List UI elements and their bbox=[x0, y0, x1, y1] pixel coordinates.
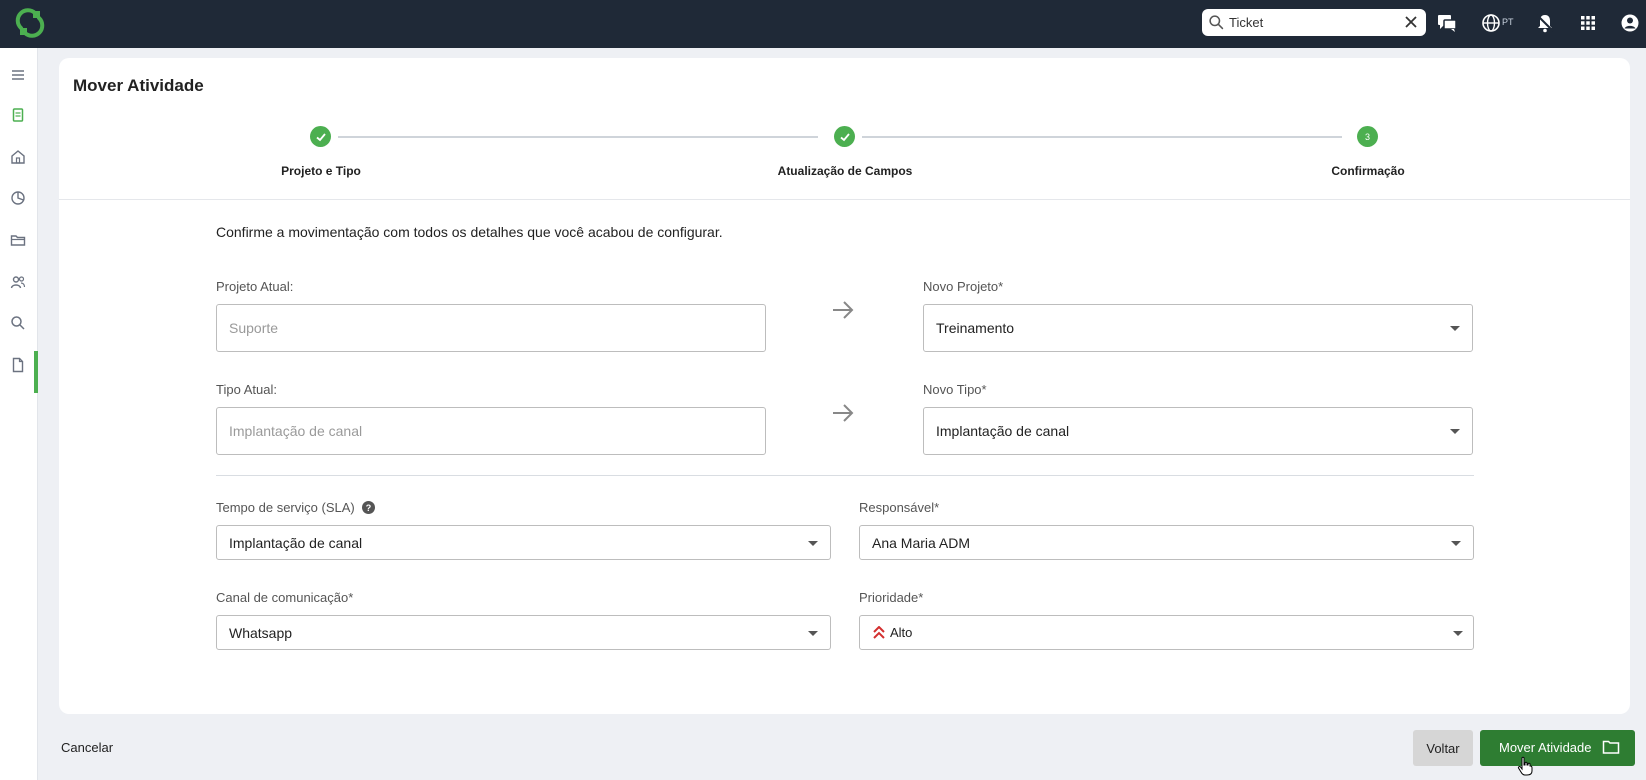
stepper: Mover Atividade 3 Projeto e Tipo Atualiz… bbox=[59, 58, 1630, 200]
new-project-select[interactable]: Treinamento bbox=[923, 304, 1473, 352]
channel-label: Canal de comunicação* bbox=[216, 590, 354, 605]
chevron-down-icon bbox=[1450, 429, 1460, 434]
hand-cursor-icon bbox=[1517, 756, 1533, 776]
step-1-check-icon bbox=[310, 126, 331, 147]
language-label[interactable]: PT bbox=[1502, 17, 1514, 27]
folder-icon bbox=[1602, 740, 1620, 754]
users-icon[interactable] bbox=[9, 273, 27, 291]
cancel-button[interactable]: Cancelar bbox=[61, 740, 113, 755]
sla-select[interactable]: Implantação de canal bbox=[216, 525, 831, 560]
step-connector bbox=[862, 136, 1342, 138]
sidebar-active-indicator bbox=[34, 351, 38, 393]
apps-grid-icon[interactable] bbox=[1577, 12, 1599, 34]
responsible-label: Responsável* bbox=[859, 500, 940, 515]
channel-select[interactable]: Whatsapp bbox=[216, 615, 831, 650]
search-icon[interactable] bbox=[9, 314, 27, 332]
notification-bell-icon[interactable] bbox=[1534, 12, 1556, 34]
app-logo-icon[interactable] bbox=[15, 8, 45, 38]
search-input[interactable] bbox=[1229, 12, 1394, 33]
arrow-right-icon bbox=[833, 404, 854, 422]
arrow-right-icon bbox=[833, 301, 854, 319]
search-box[interactable] bbox=[1202, 9, 1426, 36]
search-icon bbox=[1209, 15, 1224, 30]
step-2-check-icon bbox=[834, 126, 855, 147]
chevron-down-icon bbox=[1453, 631, 1463, 636]
section-divider bbox=[216, 475, 1474, 476]
help-icon[interactable]: ? bbox=[362, 501, 375, 514]
chevron-down-icon bbox=[1451, 541, 1461, 546]
move-activity-button[interactable]: Mover Atividade bbox=[1480, 730, 1635, 766]
new-project-label: Novo Projeto* bbox=[923, 279, 1004, 294]
chevron-down-icon bbox=[1450, 326, 1460, 331]
step-2-label: Atualização de Campos bbox=[777, 164, 913, 178]
current-project-field: Suporte bbox=[216, 304, 766, 352]
sla-label: Tempo de serviço (SLA) bbox=[216, 500, 355, 515]
step-3-number: 3 bbox=[1357, 126, 1378, 147]
ticket-icon[interactable] bbox=[9, 106, 27, 124]
document-icon[interactable] bbox=[9, 356, 27, 374]
step-connector bbox=[338, 136, 818, 138]
new-type-label: Novo Tipo* bbox=[923, 382, 987, 397]
move-activity-card: Mover Atividade 3 Projeto e Tipo Atualiz… bbox=[59, 58, 1630, 714]
current-type-label: Tipo Atual: bbox=[216, 382, 277, 397]
step-1-label: Projeto e Tipo bbox=[281, 164, 361, 178]
move-activity-label: Mover Atividade bbox=[1499, 740, 1592, 755]
chevron-down-icon bbox=[808, 631, 818, 636]
step-3-label: Confirmação bbox=[1331, 164, 1405, 178]
current-type-field: Implantação de canal bbox=[216, 407, 766, 455]
back-button[interactable]: Voltar bbox=[1413, 730, 1473, 766]
chevron-down-icon bbox=[808, 541, 818, 546]
menu-icon[interactable] bbox=[9, 66, 27, 84]
folder-icon[interactable] bbox=[9, 231, 27, 249]
top-bar: PT bbox=[0, 0, 1646, 48]
chat-icon[interactable] bbox=[1436, 12, 1458, 34]
sidebar bbox=[0, 48, 38, 780]
intro-text: Confirme a movimentação com todos os det… bbox=[216, 224, 723, 240]
chart-icon[interactable] bbox=[9, 189, 27, 207]
user-account-icon[interactable] bbox=[1619, 12, 1641, 34]
page-title: Mover Atividade bbox=[73, 76, 204, 95]
globe-icon[interactable] bbox=[1480, 12, 1502, 34]
current-project-label: Projeto Atual: bbox=[216, 279, 294, 294]
priority-label: Prioridade* bbox=[859, 590, 924, 605]
responsible-select[interactable]: Ana Maria ADM bbox=[859, 525, 1474, 560]
new-type-select[interactable]: Implantação de canal bbox=[923, 407, 1473, 455]
priority-high-icon bbox=[873, 626, 885, 639]
home-icon[interactable] bbox=[9, 148, 27, 166]
priority-select[interactable]: Alto bbox=[859, 615, 1474, 650]
close-icon[interactable] bbox=[1404, 15, 1418, 29]
